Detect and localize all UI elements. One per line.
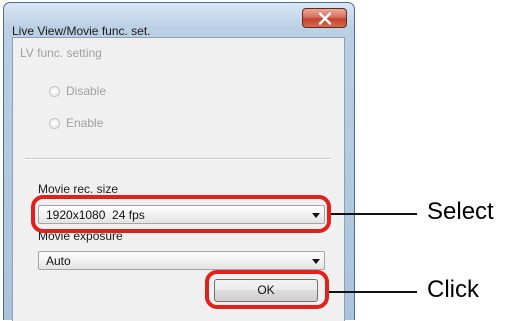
lv-func-setting-label: LV func. setting — [20, 46, 102, 60]
movie-exposure-value: Auto — [46, 254, 71, 268]
radio-disable[interactable]: Disable — [49, 84, 106, 98]
radio-enable[interactable]: Enable — [49, 116, 103, 130]
click-leader-line — [329, 291, 417, 293]
dialog-title: Live View/Movie func. set. — [12, 24, 151, 38]
movie-rec-size-label: Movie rec. size — [38, 182, 119, 196]
radio-button[interactable] — [49, 85, 60, 97]
radio-button[interactable] — [49, 117, 60, 129]
select-leader-line — [331, 213, 417, 215]
close-icon — [318, 12, 332, 25]
divider — [25, 158, 331, 160]
select-callout — [31, 195, 331, 233]
radio-disable-label: Disable — [66, 84, 107, 98]
close-button[interactable] — [302, 8, 347, 28]
click-annotation: Click — [427, 276, 479, 303]
select-annotation: Select — [427, 198, 494, 225]
movie-exposure-select[interactable]: Auto — [38, 251, 325, 270]
title-bar: Live View/Movie func. set. — [4, 3, 354, 38]
click-callout — [205, 270, 329, 309]
radio-enable-label: Enable — [66, 116, 104, 130]
chevron-down-icon — [312, 259, 320, 264]
